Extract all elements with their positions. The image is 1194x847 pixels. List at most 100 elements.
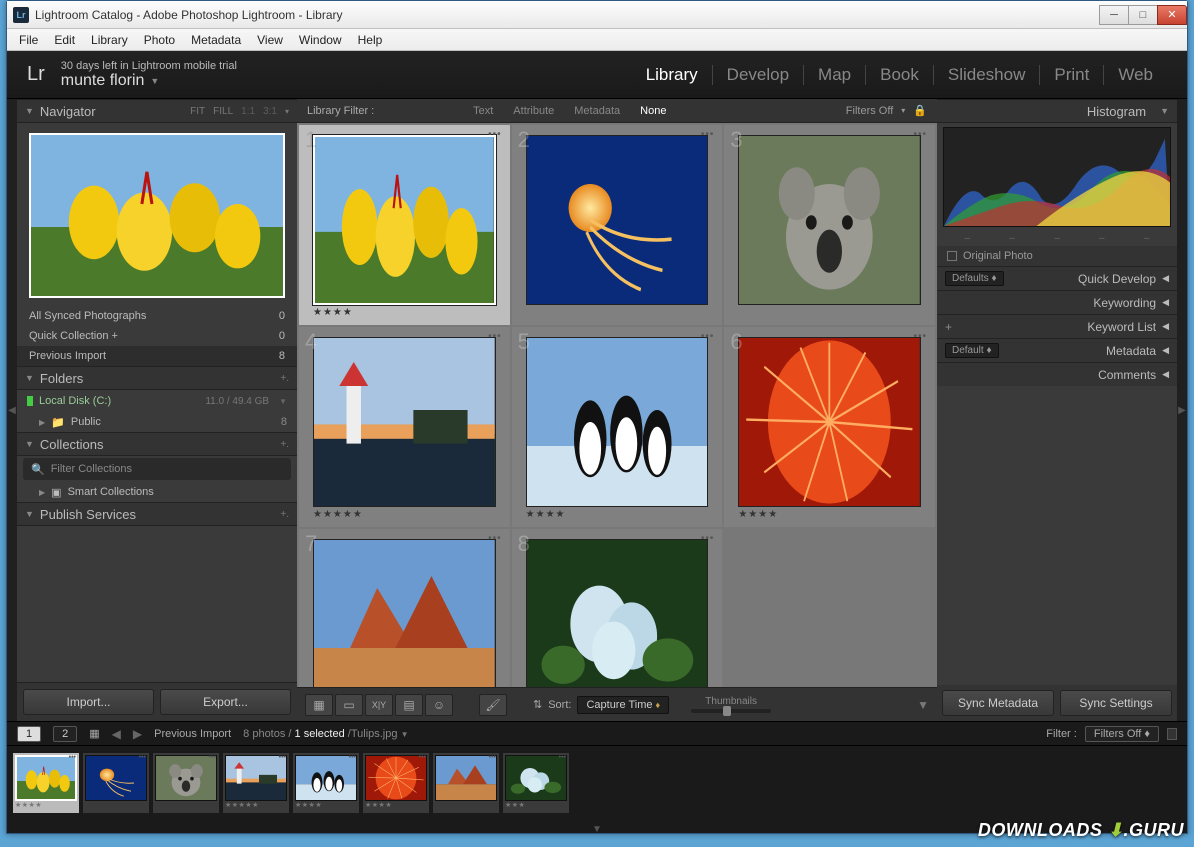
- collections-header[interactable]: ▼ Collections +.: [17, 432, 297, 456]
- metadata-preset-select[interactable]: Default ♦: [945, 343, 999, 358]
- module-library[interactable]: Library: [632, 65, 713, 85]
- close-button[interactable]: ✕: [1157, 5, 1187, 25]
- menu-metadata[interactable]: Metadata: [183, 33, 249, 47]
- left-edge-toggle[interactable]: ◀: [7, 99, 17, 721]
- keyword-list-header[interactable]: + Keyword List ◀: [937, 314, 1177, 338]
- menu-view[interactable]: View: [249, 33, 291, 47]
- grid-cell[interactable]: 4•••★★★★★: [299, 327, 510, 527]
- workarea: ◀ ▼ Navigator FITFILL1:13:1▾ All Synced …: [7, 99, 1187, 721]
- menu-edit[interactable]: Edit: [46, 33, 83, 47]
- filters-state[interactable]: Filters Off: [846, 105, 893, 117]
- lock-icon[interactable]: 🔒: [913, 104, 927, 117]
- module-book[interactable]: Book: [866, 65, 934, 85]
- volume-row[interactable]: Local Disk (C:) 11.0 / 49.4 GB ▼: [17, 390, 297, 412]
- secondary-display-button[interactable]: 2: [53, 726, 77, 742]
- grid-cell[interactable]: 5•••★★★★: [512, 327, 723, 527]
- checkbox-icon[interactable]: [947, 251, 957, 261]
- histogram-header[interactable]: Histogram ▼: [937, 99, 1177, 123]
- export-button[interactable]: Export...: [160, 689, 291, 715]
- keywording-header[interactable]: Keywording ◀: [937, 290, 1177, 314]
- maximize-button[interactable]: □: [1128, 5, 1158, 25]
- comments-header[interactable]: Comments ◀: [937, 362, 1177, 386]
- folders-header[interactable]: ▼ Folders +.: [17, 366, 297, 390]
- nav-forward-button[interactable]: ▶: [133, 727, 142, 741]
- menu-photo[interactable]: Photo: [136, 33, 183, 47]
- module-print[interactable]: Print: [1040, 65, 1104, 85]
- filmstrip-cell[interactable]: •••: [153, 753, 219, 813]
- filmstrip-cell[interactable]: •••★★★★: [363, 753, 429, 813]
- filmstrip[interactable]: •••★★★★•••••••••★★★★★•••★★★★•••★★★★•••••…: [7, 745, 1187, 825]
- qd-preset-select[interactable]: Defaults ♦: [945, 271, 1004, 286]
- filter-none[interactable]: None: [630, 105, 676, 117]
- navigator-modes[interactable]: FITFILL1:13:1▾: [190, 106, 289, 117]
- grid-view-button[interactable]: ▦: [305, 694, 333, 716]
- minimize-button[interactable]: ─: [1099, 5, 1129, 25]
- smart-collections-row[interactable]: ▶ ▣ Smart Collections: [17, 482, 297, 502]
- nav-back-button[interactable]: ◀: [112, 727, 121, 741]
- grid-cell[interactable]: 8•••: [512, 529, 723, 687]
- grid-cell[interactable]: 6•••★★★★: [724, 327, 935, 527]
- menu-file[interactable]: File: [11, 33, 46, 47]
- add-publish-icon[interactable]: +.: [280, 509, 289, 520]
- navigator-preview[interactable]: [17, 123, 297, 306]
- filter-metadata[interactable]: Metadata: [564, 105, 630, 117]
- sort-field-select[interactable]: Capture Time ♦: [577, 696, 669, 714]
- thumbnail-size-slider[interactable]: Thumbnails: [691, 696, 771, 713]
- catalog-row[interactable]: Previous Import8: [17, 346, 297, 366]
- catalog-row[interactable]: Quick Collection +0: [17, 326, 297, 346]
- loupe-view-button[interactable]: ▭: [335, 694, 363, 716]
- chevron-down-icon[interactable]: ▾: [901, 106, 905, 115]
- original-photo-row[interactable]: Original Photo: [937, 246, 1177, 266]
- module-develop[interactable]: Develop: [713, 65, 804, 85]
- catalog-row[interactable]: All Synced Photographs0: [17, 306, 297, 326]
- filter-attribute[interactable]: Attribute: [503, 105, 564, 117]
- sync-settings-button[interactable]: Sync Settings: [1060, 690, 1172, 716]
- import-button[interactable]: Import...: [23, 689, 154, 715]
- filter-text[interactable]: Text: [463, 105, 503, 117]
- menu-help[interactable]: Help: [350, 33, 391, 47]
- module-web[interactable]: Web: [1104, 65, 1167, 85]
- quick-develop-header[interactable]: Defaults ♦ Quick Develop ◀: [937, 266, 1177, 290]
- menu-window[interactable]: Window: [291, 33, 350, 47]
- primary-display-button[interactable]: 1: [17, 726, 41, 742]
- filter-collections-input[interactable]: 🔍 Filter Collections: [23, 458, 291, 480]
- module-map[interactable]: Map: [804, 65, 866, 85]
- folder-row[interactable]: ▶📁Public8: [17, 412, 297, 432]
- add-folder-icon[interactable]: +.: [280, 373, 289, 384]
- add-keyword-icon[interactable]: +: [945, 320, 952, 334]
- navigator-header[interactable]: ▼ Navigator FITFILL1:13:1▾: [17, 99, 297, 123]
- painter-button[interactable]: 🖌: [479, 694, 507, 716]
- filmstrip-cell[interactable]: •••: [83, 753, 149, 813]
- filmstrip-cell[interactable]: •••: [433, 753, 499, 813]
- filmstrip-cell[interactable]: •••★★★: [503, 753, 569, 813]
- menu-library[interactable]: Library: [83, 33, 136, 47]
- sort-direction-button[interactable]: ⇅: [533, 698, 542, 711]
- metadata-header[interactable]: Default ♦ Metadata ◀: [937, 338, 1177, 362]
- right-edge-toggle[interactable]: ▶: [1177, 99, 1187, 721]
- filmstrip-cell[interactable]: •••★★★★★: [223, 753, 289, 813]
- grid-cell[interactable]: 3•••: [724, 125, 935, 325]
- thumbnail-grid[interactable]: 1•••★★★★2•••3••• 4•••★★★★★5•••★★★★6•••★★★…: [297, 123, 937, 687]
- sync-metadata-button[interactable]: Sync Metadata: [942, 690, 1054, 716]
- survey-view-button[interactable]: ▤: [395, 694, 423, 716]
- histogram-display[interactable]: [943, 127, 1171, 227]
- keyword-list-title: Keyword List: [1087, 320, 1156, 334]
- grid-cell[interactable]: 2•••: [512, 125, 723, 325]
- grid-icon[interactable]: ▦: [89, 727, 99, 740]
- user-menu[interactable]: munte florin ▼: [61, 72, 237, 90]
- module-slideshow[interactable]: Slideshow: [934, 65, 1041, 85]
- people-view-button[interactable]: ☺: [425, 694, 453, 716]
- titlebar[interactable]: Lr Lightroom Catalog - Adobe Photoshop L…: [7, 1, 1187, 29]
- publish-header[interactable]: ▼ Publish Services +.: [17, 502, 297, 526]
- filmstrip-cell[interactable]: •••★★★★: [13, 753, 79, 813]
- add-collection-icon[interactable]: +.: [280, 439, 289, 450]
- toolbar-menu-icon[interactable]: ▼: [917, 698, 929, 712]
- chevron-down-icon[interactable]: ▼: [401, 730, 409, 739]
- source-label[interactable]: Previous Import: [154, 728, 231, 740]
- compare-view-button[interactable]: X|Y: [365, 694, 393, 716]
- filmstrip-cell[interactable]: •••★★★★: [293, 753, 359, 813]
- filmstrip-filter-select[interactable]: Filters Off ♦: [1085, 726, 1159, 742]
- grid-cell[interactable]: 7•••: [299, 529, 510, 687]
- filter-lock-icon[interactable]: [1167, 728, 1177, 740]
- grid-cell[interactable]: 1•••★★★★: [299, 125, 510, 325]
